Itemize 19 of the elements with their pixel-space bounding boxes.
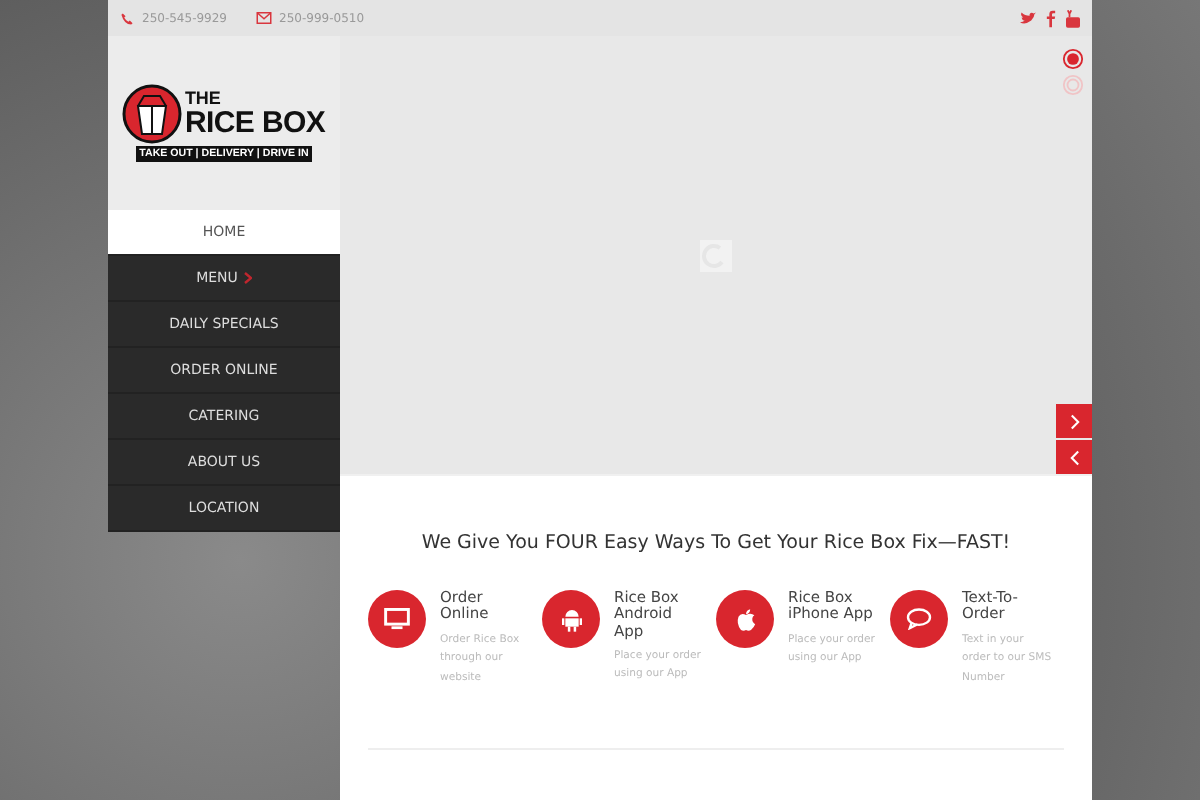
speech-bubble-icon (906, 608, 932, 630)
youtube-icon[interactable] (1066, 9, 1080, 27)
takeout-box-logo-icon[interactable] (122, 84, 183, 144)
logo-text: THE (184, 90, 223, 108)
next-button[interactable] (1056, 404, 1092, 438)
slide-dot[interactable] (1062, 48, 1084, 70)
twitter-bird-icon[interactable] (1020, 11, 1036, 25)
phone-icon (120, 11, 134, 25)
apple-icon (735, 607, 755, 631)
caret-icon (243, 272, 252, 284)
previous-button[interactable] (1056, 440, 1092, 474)
monitor-icon (384, 608, 410, 630)
chevron-left-icon (1069, 449, 1079, 465)
section-heading: We Give You FOUR Easy Ways To Get Your Rice Box Fix—FAST! (419, 530, 1013, 558)
chevron-right-icon (1069, 413, 1079, 429)
facebook-f-icon[interactable] (1046, 9, 1056, 27)
envelope-icon (255, 12, 272, 24)
android-icon (561, 607, 581, 631)
logo-text: RICE BOX (184, 108, 326, 138)
